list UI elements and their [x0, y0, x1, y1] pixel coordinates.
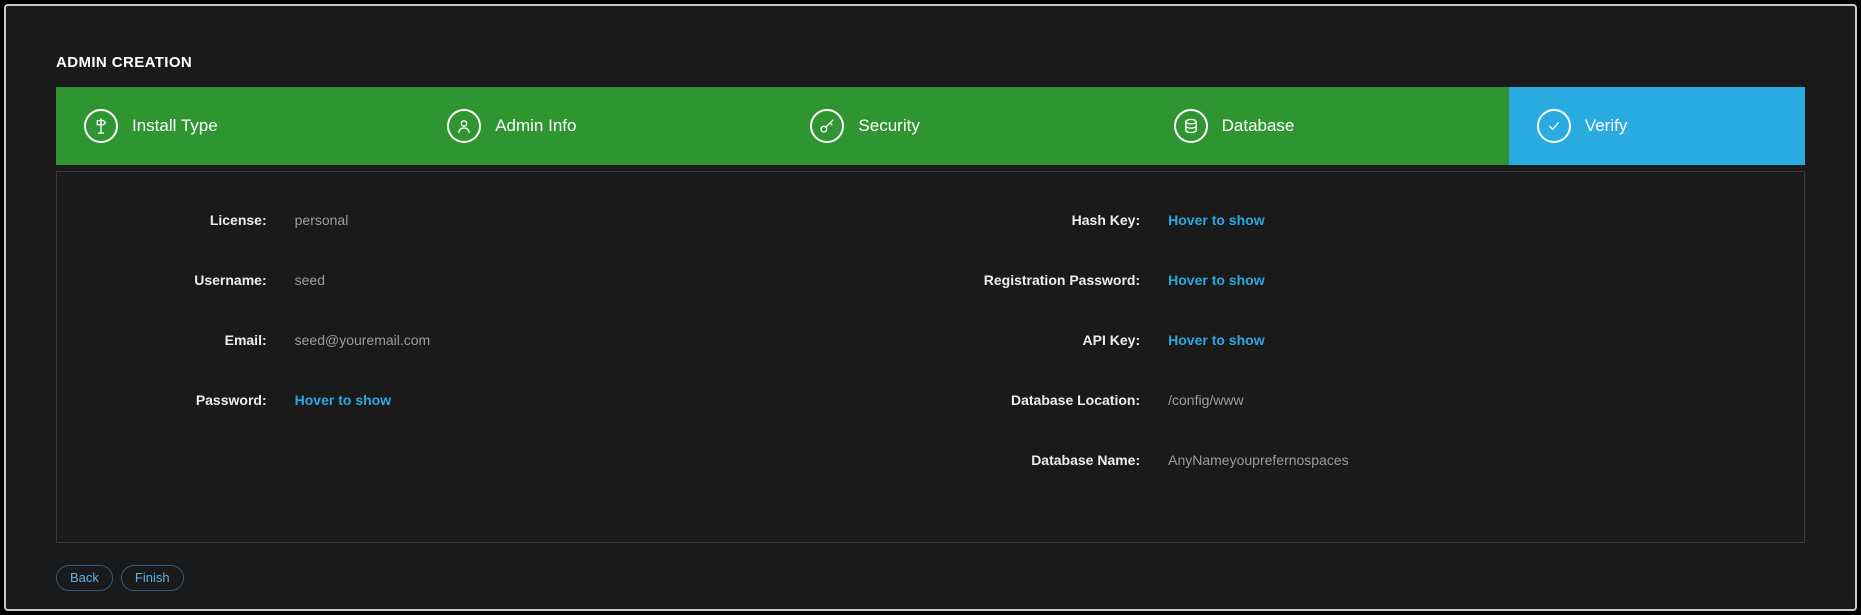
- summary-field: Password: Hover to show: [57, 392, 931, 408]
- summary-field: Registration Password: Hover to show: [931, 272, 1805, 288]
- app-window: ADMIN CREATION Install Type Admin Info S…: [4, 4, 1857, 611]
- hover-to-show-link[interactable]: Hover to show: [1168, 212, 1264, 228]
- database-icon: [1174, 109, 1208, 143]
- hover-to-show-link[interactable]: Hover to show: [295, 392, 391, 408]
- signpost-icon: [84, 109, 118, 143]
- admin-creation-page: ADMIN CREATION Install Type Admin Info S…: [6, 6, 1855, 591]
- step-label: Database: [1222, 116, 1295, 136]
- wizard-step-admin-info[interactable]: Admin Info: [419, 87, 782, 165]
- summary-field: Database Name: AnyNameyouprefernospaces: [931, 452, 1805, 468]
- step-label: Verify: [1585, 116, 1628, 136]
- summary-field: Database Location: /config/www: [931, 392, 1805, 408]
- field-label: API Key:: [931, 332, 1141, 348]
- field-label: License:: [57, 212, 267, 228]
- summary-field: Hash Key: Hover to show: [931, 212, 1805, 228]
- step-label: Install Type: [132, 116, 218, 136]
- field-value: personal: [295, 212, 349, 228]
- summary-field: Email: seed@youremail.com: [57, 332, 931, 348]
- field-label: Email:: [57, 332, 267, 348]
- field-value: seed: [295, 272, 325, 288]
- step-label: Security: [858, 116, 919, 136]
- field-value: seed@youremail.com: [295, 332, 431, 348]
- wizard-step-database[interactable]: Database: [1146, 87, 1509, 165]
- field-label: Registration Password:: [931, 272, 1141, 288]
- page-title: ADMIN CREATION: [56, 6, 1805, 87]
- summary-panel: License: personal Username: seed Email: …: [56, 171, 1805, 543]
- field-value: AnyNameyouprefernospaces: [1168, 452, 1349, 468]
- summary-col-right: Hash Key: Hover to show Registration Pas…: [931, 212, 1805, 512]
- field-label: Username:: [57, 272, 267, 288]
- back-button[interactable]: Back: [56, 565, 113, 591]
- user-icon: [447, 109, 481, 143]
- summary-field: Username: seed: [57, 272, 931, 288]
- stepper: Install Type Admin Info Security Databas…: [56, 87, 1805, 165]
- summary-field: API Key: Hover to show: [931, 332, 1805, 348]
- hover-to-show-link[interactable]: Hover to show: [1168, 332, 1264, 348]
- field-label: Password:: [57, 392, 267, 408]
- summary-col-left: License: personal Username: seed Email: …: [57, 212, 931, 452]
- field-label: Database Location:: [931, 392, 1141, 408]
- field-label: Hash Key:: [931, 212, 1141, 228]
- footer-actions: Back Finish: [56, 565, 1805, 591]
- field-value: /config/www: [1168, 392, 1243, 408]
- field-label: Database Name:: [931, 452, 1141, 468]
- hover-to-show-link[interactable]: Hover to show: [1168, 272, 1264, 288]
- wizard-step-verify[interactable]: Verify: [1509, 87, 1805, 165]
- step-label: Admin Info: [495, 116, 576, 136]
- wizard-step-security[interactable]: Security: [782, 87, 1145, 165]
- summary-field: License: personal: [57, 212, 931, 228]
- check-icon: [1537, 109, 1571, 143]
- key-icon: [810, 109, 844, 143]
- wizard-step-install-type[interactable]: Install Type: [56, 87, 419, 165]
- finish-button[interactable]: Finish: [121, 565, 184, 591]
